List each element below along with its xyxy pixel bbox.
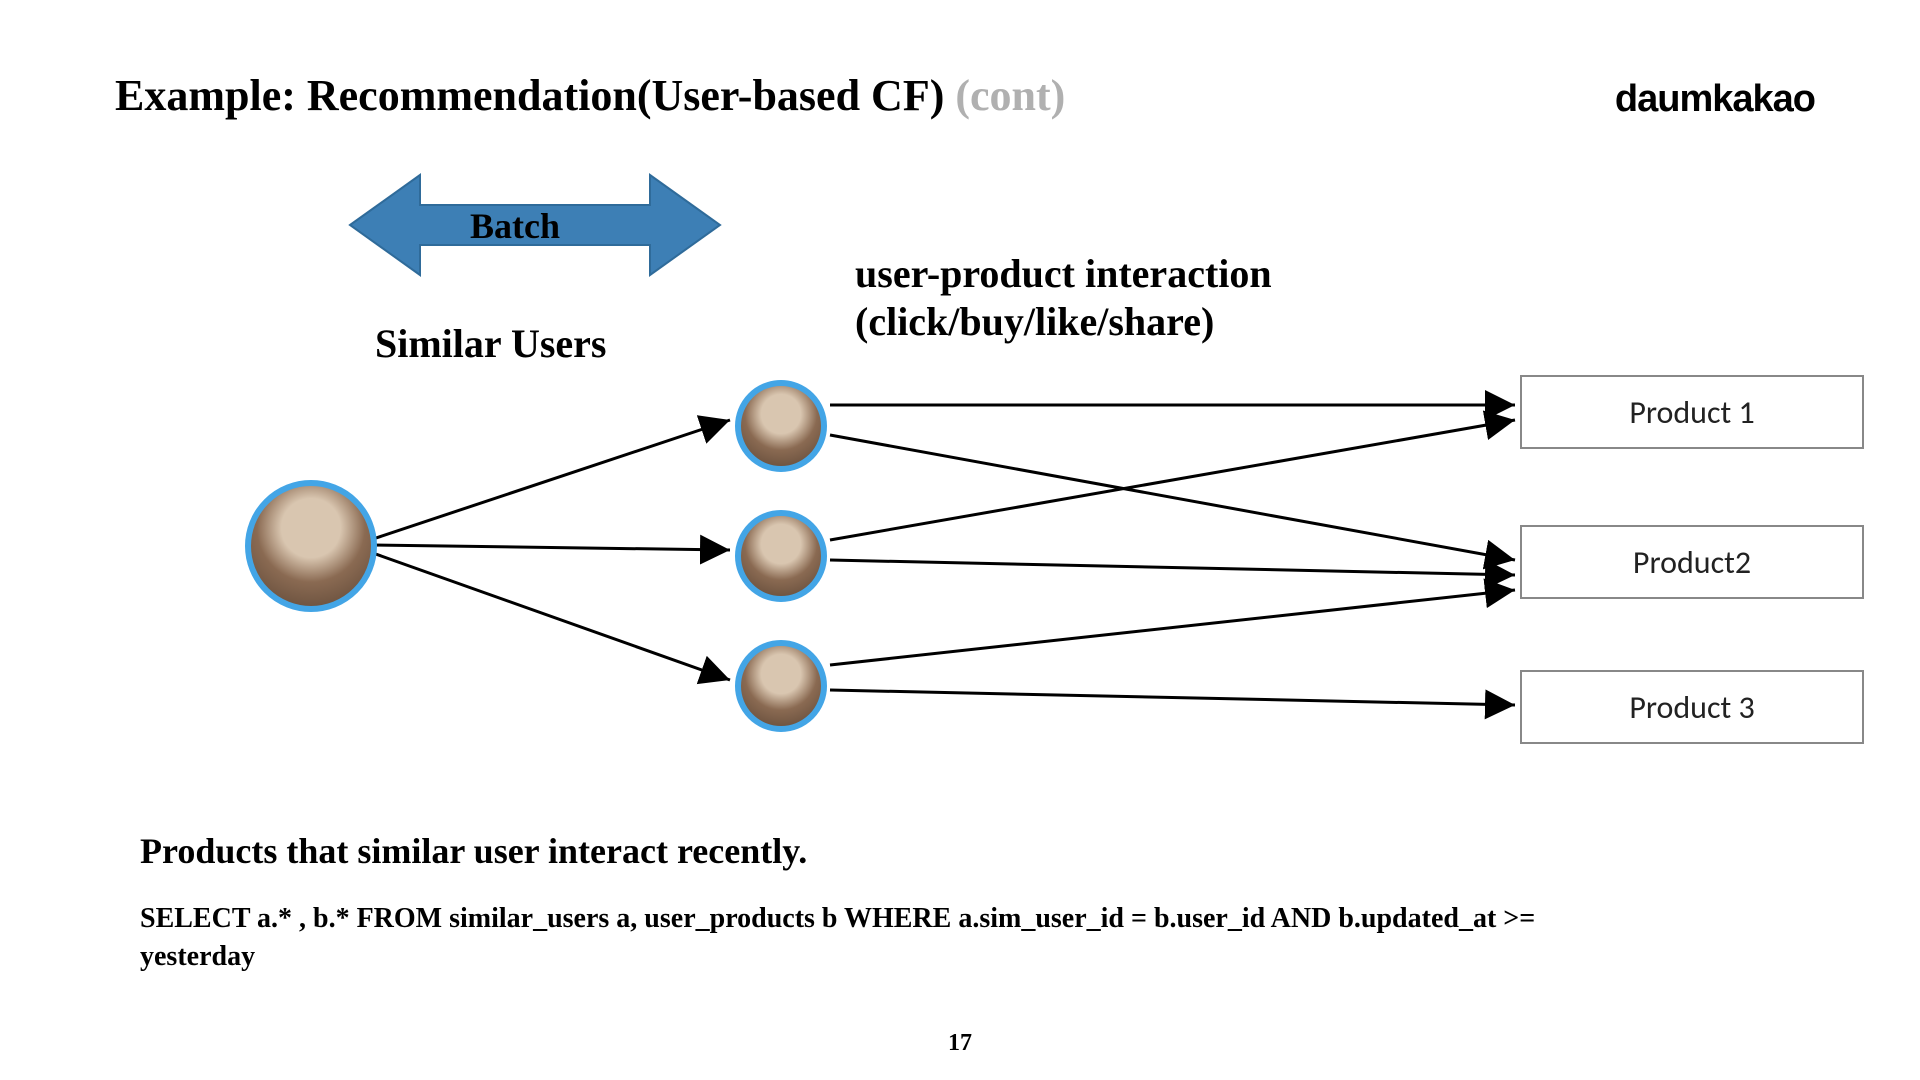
edge-s1-p2 <box>830 435 1515 560</box>
caption-text: Products that similar user interact rece… <box>140 830 807 872</box>
edge-s3-p2 <box>830 590 1515 665</box>
edge-main-to-s1 <box>370 420 730 540</box>
edge-s2-p2 <box>830 560 1515 575</box>
batch-label: Batch <box>470 206 560 246</box>
main-user-avatar <box>245 480 377 612</box>
page-number: 17 <box>948 1030 972 1057</box>
slide-stage: Example: Recommendation(User-based CF) (… <box>0 0 1920 1080</box>
edge-s2-p1 <box>830 420 1515 540</box>
product-box-2: Product2 <box>1520 525 1864 599</box>
product-box-3: Product 3 <box>1520 670 1864 744</box>
edge-main-to-s2 <box>370 545 730 550</box>
interaction-line1: user-product interaction <box>855 251 1272 296</box>
product-box-1: Product 1 <box>1520 375 1864 449</box>
interaction-line2: (click/buy/like/share) <box>855 299 1214 344</box>
title-suffix: (cont) <box>955 71 1065 120</box>
interaction-label: user-product interaction (click/buy/like… <box>855 250 1272 346</box>
batch-arrow-icon: Batch <box>350 175 720 275</box>
similar-users-label: Similar Users <box>375 320 606 367</box>
edge-s3-p3 <box>830 690 1515 705</box>
edge-main-to-s3 <box>370 552 730 680</box>
similar-user-avatar-1 <box>735 380 827 472</box>
slide-title: Example: Recommendation(User-based CF) (… <box>115 70 1065 121</box>
brand-logo: daumkakao <box>1615 78 1815 121</box>
title-main: Example: Recommendation(User-based CF) <box>115 71 955 120</box>
similar-user-avatar-2 <box>735 510 827 602</box>
sql-text: SELECT a.* , b.* FROM similar_users a, u… <box>140 900 1590 976</box>
similar-user-avatar-3 <box>735 640 827 732</box>
